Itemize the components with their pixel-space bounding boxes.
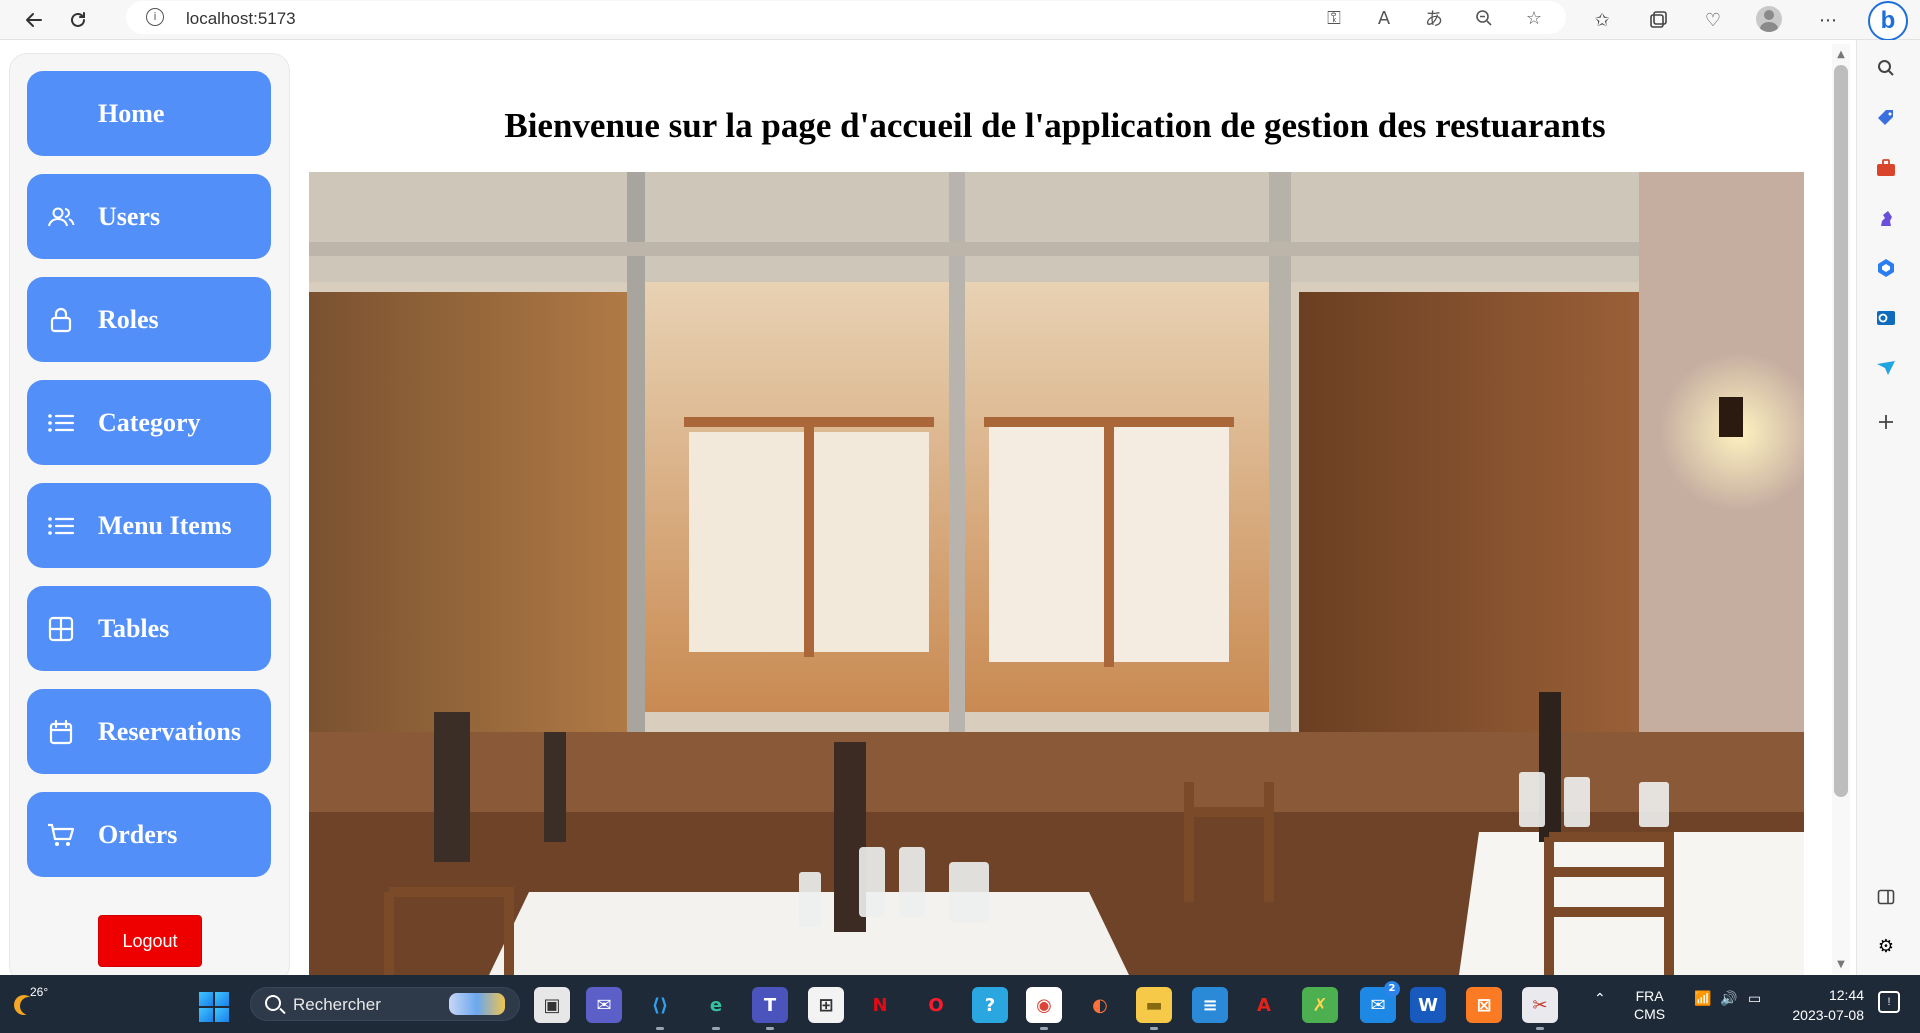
sidebar: Home Users Roles Category Menu Items Tab… (9, 53, 290, 983)
url-text[interactable]: localhost:5173 (186, 9, 296, 29)
restaurant-photo (309, 172, 1804, 975)
list-icon (47, 513, 75, 539)
input-language[interactable]: FRA CMS (1634, 987, 1665, 1023)
nav-category-label: Category (98, 408, 201, 437)
show-hidden-icons-chevron-icon[interactable]: ⌃ (1594, 991, 1606, 1007)
microsoft-store-icon[interactable]: ⊞ (808, 987, 844, 1023)
search-highlight-icon (449, 993, 505, 1015)
calendar-icon (47, 719, 75, 745)
bing-copilot-icon[interactable]: b (1868, 1, 1908, 41)
drop-send-icon[interactable] (1870, 352, 1902, 384)
battery-icon[interactable]: ▭ (1748, 991, 1761, 1007)
cart-icon (47, 822, 75, 848)
teams-icon[interactable]: T (752, 987, 788, 1030)
clock-date: 2023-07-08 (1792, 1007, 1864, 1023)
microsoft-365-icon[interactable] (1870, 252, 1902, 284)
browser-toolbar: i localhost:5173 ⚿ A あ ☆ ✩ ♡ ⋯ b (0, 0, 1920, 41)
list-icon (47, 410, 75, 436)
opera-icon[interactable]: O (918, 987, 954, 1023)
word-icon[interactable]: W (1410, 987, 1446, 1023)
taskbar-search[interactable]: Rechercher (250, 987, 520, 1021)
nav-category-button[interactable]: Category (27, 380, 271, 465)
key-icon[interactable]: ⚿ (1322, 6, 1346, 30)
xampp-icon[interactable]: ⊠ (1466, 987, 1502, 1023)
search-icon[interactable] (1870, 52, 1902, 84)
address-bar[interactable]: i localhost:5173 ⚿ A あ ☆ (126, 1, 1566, 34)
chrome-icon[interactable]: ◉ (1026, 987, 1062, 1030)
search-icon (265, 995, 281, 1011)
nav-users-button[interactable]: Users (27, 174, 271, 259)
nav-orders-label: Orders (98, 820, 178, 849)
snipping-tool-icon[interactable]: ✂ (1522, 987, 1558, 1030)
mail-badge: 2 (1384, 981, 1400, 997)
mail-icon[interactable]: ✉ 2 (1360, 981, 1400, 1023)
weather-temperature[interactable]: 26° (30, 985, 48, 999)
outlook-icon[interactable] (1870, 302, 1902, 334)
more-menu-icon[interactable]: ⋯ (1812, 4, 1844, 36)
reload-icon[interactable] (62, 4, 94, 36)
acrobat-icon[interactable]: A (1246, 987, 1282, 1023)
notepad-icon[interactable]: ≡ (1192, 987, 1228, 1023)
tools-briefcase-icon[interactable] (1870, 152, 1902, 184)
profile-avatar[interactable] (1756, 6, 1782, 32)
site-info-icon[interactable]: i (146, 8, 164, 26)
nav-menu-items-label: Menu Items (98, 511, 232, 540)
edge-browser-icon[interactable]: e (698, 987, 734, 1030)
add-icon[interactable] (1870, 406, 1902, 438)
nav-roles-label: Roles (98, 305, 159, 334)
notifications-icon[interactable]: ! (1878, 991, 1900, 1013)
nav-roles-button[interactable]: Roles (27, 277, 271, 362)
logout-button[interactable]: Logout (98, 915, 202, 967)
games-chess-icon[interactable] (1870, 202, 1902, 234)
nav-orders-button[interactable]: Orders (27, 792, 271, 877)
system-clock[interactable]: 12:44 2023-07-08 (1784, 985, 1864, 1025)
help-icon[interactable]: ? (972, 987, 1008, 1023)
lock-icon (47, 307, 75, 333)
hide-sidebar-icon[interactable] (1870, 881, 1902, 913)
nav-users-label: Users (98, 202, 161, 231)
language-code: FRA (1635, 988, 1664, 1004)
zoom-icon[interactable] (1472, 6, 1496, 30)
search-placeholder: Rechercher (293, 995, 381, 1014)
nav-reservations-button[interactable]: Reservations (27, 689, 271, 774)
firefox-icon[interactable]: ◐ (1082, 987, 1118, 1023)
favorite-star-icon[interactable]: ☆ (1522, 6, 1546, 30)
back-arrow-icon[interactable] (18, 4, 50, 36)
settings-gear-icon[interactable]: ⚙ (1870, 930, 1902, 962)
teams-chat-icon[interactable]: ✉ (586, 987, 622, 1023)
nav-home-button[interactable]: Home (27, 71, 271, 156)
collections-icon[interactable] (1642, 4, 1674, 36)
nav-reservations-label: Reservations (98, 717, 241, 746)
restaurant-hero-image (309, 172, 1804, 975)
nav-tables-label: Tables (98, 614, 170, 643)
favorites-icon[interactable]: ✩ (1586, 4, 1618, 36)
shopping-tag-icon[interactable] (1870, 102, 1902, 134)
nav-menu-items-button[interactable]: Menu Items (27, 483, 271, 568)
file-explorer-icon[interactable]: ▬ (1136, 987, 1172, 1030)
sketch-tool-icon[interactable]: ✗ (1302, 987, 1338, 1023)
read-aloud-icon[interactable]: A (1372, 6, 1396, 30)
volume-icon[interactable]: 🔊 (1720, 991, 1737, 1007)
grid-icon (47, 616, 75, 642)
scroll-down-arrow-icon[interactable]: ▼ (1834, 958, 1848, 972)
scrollbar-thumb[interactable] (1834, 65, 1848, 797)
vscode-icon[interactable]: ⟨⟩ (642, 987, 678, 1030)
nav-tables-button[interactable]: Tables (27, 586, 271, 671)
browser-essentials-icon[interactable]: ♡ (1697, 4, 1729, 36)
clock-time: 12:44 (1828, 987, 1864, 1003)
netflix-icon[interactable]: N (862, 987, 898, 1023)
windows-start-icon[interactable] (199, 992, 229, 1022)
translate-icon[interactable]: あ (1422, 6, 1446, 30)
scroll-up-arrow-icon[interactable]: ▲ (1834, 48, 1848, 62)
windows-taskbar: 26° Rechercher ▣ ✉ ⟨⟩ e T ⊞ N O ? ◉ ◐ ▬ … (0, 975, 1920, 1033)
wifi-icon[interactable]: 📶 (1694, 991, 1711, 1007)
task-view-icon[interactable]: ▣ (534, 987, 570, 1023)
page-title: Bienvenue sur la page d'accueil de l'app… (504, 106, 1606, 145)
keyboard-layout: CMS (1634, 1006, 1666, 1022)
nav-home-label: Home (98, 99, 165, 128)
users-icon (47, 204, 75, 230)
